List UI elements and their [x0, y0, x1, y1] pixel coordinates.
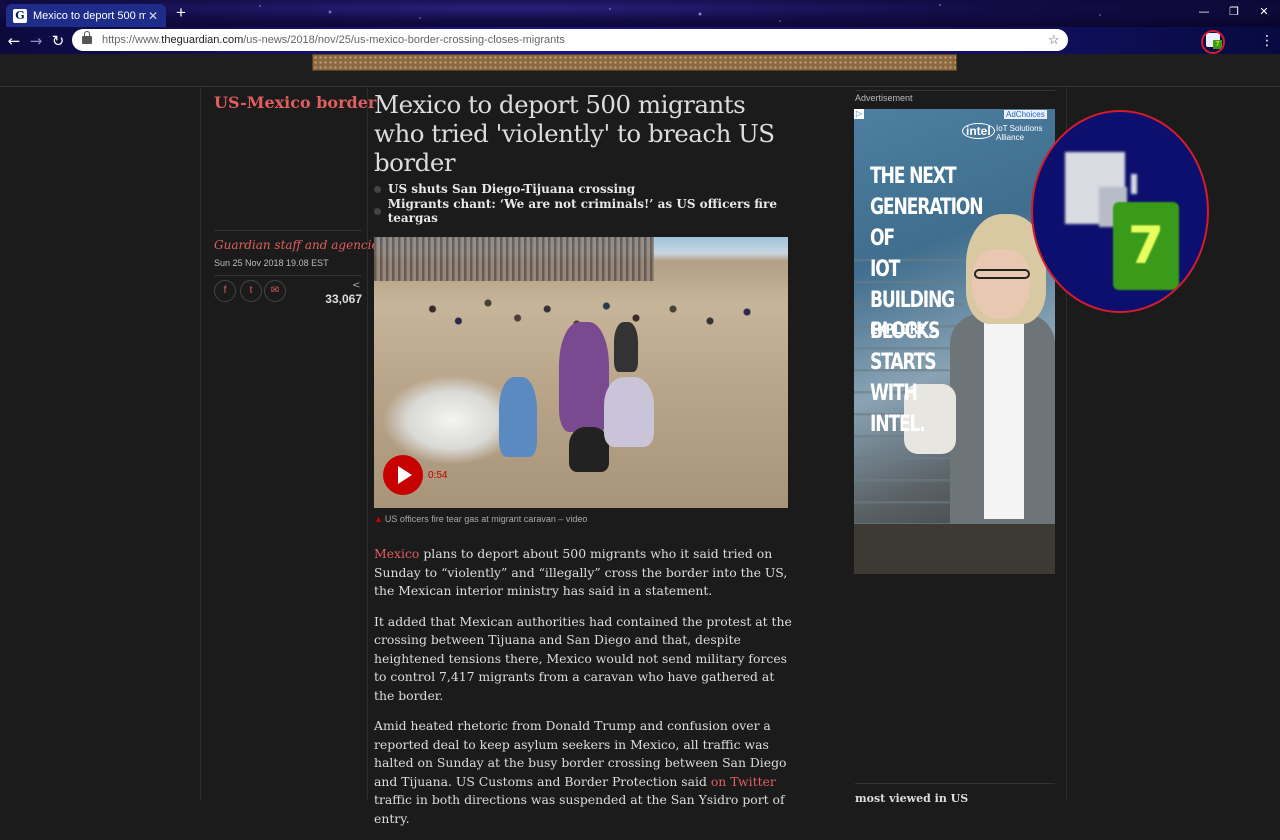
magnified-bar — [1131, 174, 1137, 194]
divider — [214, 230, 362, 231]
banner-ad[interactable] — [312, 54, 957, 71]
article-body: Mexico plans to deport about 500 migrant… — [374, 545, 794, 840]
woman-figure — [559, 322, 609, 432]
email-share-icon[interactable]: ✉ — [264, 280, 286, 302]
forward-arrow-icon[interactable]: → — [26, 31, 46, 51]
address-bar[interactable]: https://www.theguardian.com/us-news/2018… — [72, 29, 1068, 51]
ad-headline: THE NEXT GENERATION OF IOT BUILDING BLOC… — [870, 164, 984, 437]
related-link-text: Migrants chant: ‘We are not criminals!’ … — [387, 197, 777, 225]
ad-glasses — [974, 269, 1030, 279]
restore-button[interactable]: ❐ — [1222, 2, 1246, 22]
browser-tab[interactable]: G Mexico to deport 500 migrants w ✕ — [6, 4, 166, 27]
tab-strip-background — [0, 0, 1280, 27]
column-divider — [367, 86, 368, 800]
related-bullets: US shuts San Diego-Tijuana crossing Migr… — [374, 178, 814, 225]
video-duration: 0:54 — [428, 470, 448, 481]
paragraph: Mexico plans to deport about 500 migrant… — [374, 546, 788, 598]
share-icon: < — [352, 280, 361, 291]
play-button[interactable] — [383, 455, 423, 495]
ad-woman-face — [972, 249, 1030, 319]
reload-icon[interactable]: ↻ — [48, 31, 68, 51]
border-fence — [374, 237, 654, 281]
advertisement-label: Advertisement — [855, 93, 913, 103]
tab-title: Mexico to deport 500 migrants w — [33, 9, 146, 22]
bullet-icon — [374, 185, 381, 193]
ad-explore-link[interactable]: EXPLORE > — [870, 322, 939, 338]
guardian-favicon-icon: G — [13, 8, 27, 23]
back-arrow-icon[interactable]: ← — [4, 31, 24, 51]
facebook-share-icon[interactable]: f — [214, 280, 236, 302]
intel-logo-subtitle: IoT Solutions Alliance — [996, 124, 1043, 142]
video-caption-icon: ▲ — [374, 514, 383, 524]
ad-info-icon[interactable]: ▷ — [854, 109, 864, 119]
mexico-link[interactable]: Mexico — [374, 546, 419, 561]
related-link[interactable]: Migrants chant: ‘We are not criminals!’ … — [374, 197, 814, 225]
section-link[interactable]: US-Mexico border — [214, 93, 376, 112]
paragraph: It added that Mexican authorities had co… — [374, 613, 792, 703]
adchoices-link[interactable]: AdChoices — [1004, 110, 1047, 119]
ad-woman-shirt — [984, 319, 1024, 519]
close-window-button[interactable]: ✕ — [1252, 2, 1276, 22]
divider — [214, 275, 362, 276]
lock-icon[interactable] — [82, 31, 92, 44]
intel-logo: intel — [962, 123, 995, 139]
most-viewed-heading: most viewed in US — [855, 792, 969, 805]
child-figure — [499, 377, 537, 457]
ad-workbench — [854, 524, 1055, 574]
child-figure — [604, 377, 654, 447]
minimize-button[interactable]: — — [1192, 2, 1216, 22]
divider — [855, 90, 1055, 91]
extension-highlight-ring — [1201, 30, 1225, 54]
share-count: 33,067 — [325, 292, 362, 306]
bookmark-star-icon[interactable]: ☆ — [1048, 32, 1068, 48]
byline[interactable]: Guardian staff and agencies — [214, 238, 385, 252]
extension-magnifier-overlay: 7 — [1031, 110, 1209, 313]
intel-ad[interactable]: ▷ AdChoices intel IoT Solutions Alliance… — [854, 109, 1055, 574]
divider — [855, 783, 1055, 784]
related-link-text: US shuts San Diego-Tijuana crossing — [388, 182, 636, 196]
twitter-share-icon[interactable]: t — [240, 280, 262, 302]
video-player[interactable] — [374, 237, 788, 508]
man-figure — [614, 322, 638, 372]
column-divider — [200, 86, 201, 800]
video-caption: ▲ US officers fire tear gas at migrant ca… — [374, 514, 588, 524]
magnified-badge-icon: 7 — [1113, 202, 1179, 290]
twitter-link[interactable]: on Twitter — [711, 774, 776, 789]
paragraph: Amid heated rhetoric from Donald Trump a… — [374, 718, 787, 826]
url-text: https://www.theguardian.com/us-news/2018… — [102, 34, 565, 46]
bullet-icon — [374, 207, 381, 215]
publish-date: Sun 25 Nov 2018 19.08 EST — [214, 258, 329, 268]
browser-menu-icon[interactable]: ⋮ — [1260, 33, 1274, 49]
new-tab-button[interactable]: + — [172, 4, 190, 22]
tab-strip: G Mexico to deport 500 migrants w ✕ + — … — [0, 0, 1280, 27]
woman-legs — [569, 427, 609, 472]
article-headline: Mexico to deport 500 migrants who tried … — [374, 90, 775, 177]
tab-close-icon[interactable]: ✕ — [146, 9, 160, 23]
